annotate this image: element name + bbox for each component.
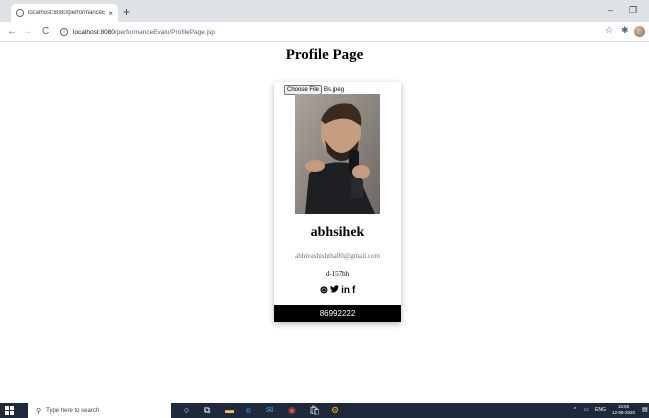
- extensions-icon[interactable]: ✱: [621, 25, 629, 36]
- taskbar-clock[interactable]: 15:50 12-08-2020: [612, 404, 635, 416]
- social-links: ⊛ in f: [274, 285, 401, 297]
- language-indicator[interactable]: ENG: [595, 407, 606, 413]
- url-host: localhost:8080: [73, 28, 115, 36]
- forward-button[interactable]: →: [22, 25, 32, 39]
- settings-gear-icon[interactable]: ⚙: [331, 405, 339, 416]
- profile-id: d-157bh: [325, 270, 350, 278]
- dribbble-icon[interactable]: ⊛: [320, 285, 328, 297]
- taskbar-search[interactable]: ⚲ Type here to search: [28, 403, 171, 418]
- cortana-icon[interactable]: ○: [184, 405, 189, 416]
- browser-tab[interactable]: localhost:8080/performanceEval ×: [11, 4, 118, 22]
- page-title: Profile Page: [285, 47, 364, 63]
- search-placeholder: Type here to search: [46, 407, 100, 414]
- globe-icon: [16, 9, 24, 17]
- chrome-icon[interactable]: ◉: [288, 405, 296, 416]
- twitter-icon[interactable]: [330, 285, 340, 297]
- edge-icon[interactable]: e: [246, 405, 251, 416]
- notification-icon[interactable]: ▤: [642, 406, 648, 413]
- file-explorer-icon[interactable]: ▬: [225, 405, 234, 416]
- store-icon[interactable]: 🛍: [309, 405, 320, 416]
- reload-button[interactable]: C: [42, 25, 49, 39]
- url-path: /performanceEvalu/ProfilePage.jsp: [114, 28, 216, 36]
- file-name: Bs.jpeg: [324, 87, 345, 93]
- tray-chevron-icon[interactable]: ^: [574, 407, 576, 413]
- profile-email: abhivashishtha00@gmail.com: [295, 252, 380, 260]
- clock-date: 12-08-2020: [612, 410, 636, 415]
- bookmark-star-icon[interactable]: ☆: [605, 25, 613, 36]
- profile-phone: 86992222: [274, 305, 401, 322]
- profile-avatar[interactable]: [634, 26, 645, 37]
- profile-card: Choose File Bs.jpeg abhsihek abhivashish…: [274, 82, 401, 322]
- battery-icon[interactable]: ▭: [584, 407, 589, 413]
- search-icon: ⚲: [36, 407, 42, 415]
- address-bar[interactable]: i localhost:8080 /performanceEvalu/Profi…: [60, 25, 620, 39]
- tab-title: localhost:8080/performanceEval: [28, 10, 106, 16]
- info-icon[interactable]: i: [60, 28, 68, 36]
- browser-toolbar: ← → C i localhost:8080 /performanceEvalu…: [0, 22, 649, 42]
- browser-tab-strip: localhost:8080/performanceEval × + – ❐: [0, 0, 649, 22]
- facebook-icon[interactable]: f: [352, 285, 355, 297]
- task-view-icon[interactable]: ⧉: [204, 405, 210, 416]
- restore-button[interactable]: ❐: [629, 5, 637, 16]
- minimize-button[interactable]: –: [608, 5, 613, 15]
- mail-icon[interactable]: ✉: [266, 405, 274, 416]
- linkedin-icon[interactable]: in: [341, 285, 350, 297]
- profile-photo: [295, 94, 380, 214]
- profile-name: abhsihek: [310, 225, 365, 240]
- back-button[interactable]: ←: [7, 25, 17, 39]
- windows-start-icon[interactable]: [5, 406, 14, 415]
- new-tab-button[interactable]: +: [123, 5, 130, 19]
- windows-taskbar: ⚲ Type here to search ○ ⧉ ▬ e ✉ ◉ 🛍 ⚙ ^ …: [0, 403, 649, 418]
- tab-close-icon[interactable]: ×: [108, 9, 113, 18]
